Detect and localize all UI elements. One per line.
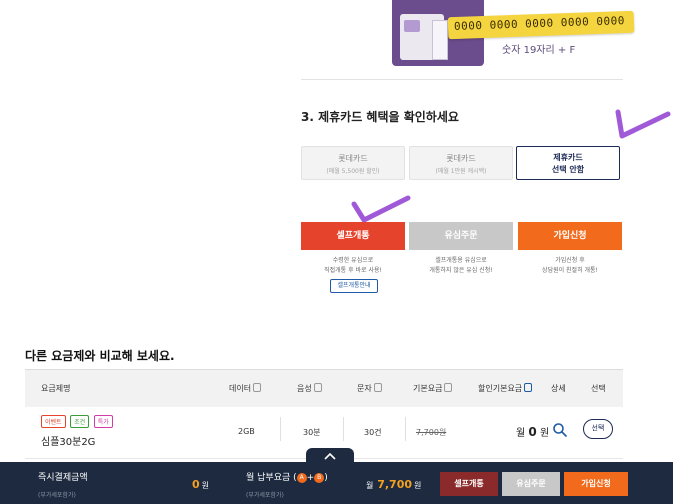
- card-option-lotte-cashback[interactable]: 롯데카드 (매월 1만원 캐시백): [409, 146, 513, 180]
- sort-icon: [253, 383, 262, 392]
- instant-pay-unit: 원: [201, 481, 210, 490]
- card-option-label: 롯데카드: [446, 154, 476, 163]
- join-button[interactable]: 가입신청: [518, 222, 622, 250]
- header-detail: 상세: [551, 384, 566, 393]
- card-option-lotte-discount[interactable]: 롯데카드 (매월 5,500원 할인): [301, 146, 405, 180]
- sim-digits-note: 숫자 19자리 + F: [502, 45, 576, 56]
- badge-a: A: [296, 472, 307, 483]
- discount-prefix: 월: [516, 428, 526, 439]
- header-label: 음성: [297, 384, 312, 393]
- header-data[interactable]: 데이터: [229, 383, 262, 394]
- header-voice[interactable]: 음성: [297, 383, 322, 394]
- discount-value: 0: [528, 425, 537, 439]
- table-header: 요금제명 데이터 음성 문자 기본요금 할인기본요금 상세 선택: [25, 369, 623, 407]
- bar-self-open-button[interactable]: 셀프개통: [440, 472, 498, 496]
- divider: [301, 79, 623, 80]
- header-discount-fee[interactable]: 할인기본요금: [478, 383, 533, 394]
- monthly-fee-prefix: 월: [366, 481, 374, 490]
- chevron-up-icon: [324, 452, 336, 460]
- column-divider: [343, 417, 344, 441]
- sort-icon: [373, 383, 382, 392]
- monthly-fee-label: 월 납부요금 (A + B): [246, 470, 328, 483]
- card-option-label: 롯데카드: [338, 154, 368, 163]
- self-open-desc: 수령한 유심으로 직접개통 후 바로 사용!: [301, 256, 405, 276]
- sort-icon: [313, 383, 322, 392]
- instant-pay-amount: 0원: [192, 478, 209, 491]
- header-label: 할인기본요금: [478, 384, 523, 393]
- plan-discount-fee: 월 0 원: [516, 424, 549, 439]
- tag-special: 특가: [93, 415, 113, 428]
- monthly-fee-sub: (부가세포함가): [246, 492, 284, 499]
- card-option-sub: 선택 안함: [551, 165, 585, 174]
- tag-condition: 조건: [70, 415, 90, 428]
- plan-base-fee: 7,700원: [416, 428, 447, 437]
- instant-pay-sub: (부가세포함가): [38, 492, 76, 499]
- sim-card-slot: [432, 20, 448, 60]
- column-divider: [280, 417, 281, 441]
- paid-order-desc: 셀프개통용 유심으로 개통하지 않은 유심 신청!: [409, 256, 513, 276]
- card-option-label: 제휴카드: [553, 153, 583, 162]
- monthly-fee-value: 7,700: [377, 478, 413, 491]
- plan-text: 30건: [364, 428, 382, 437]
- card-option-sub: (매월 5,500원 할인): [326, 168, 380, 175]
- paid-order-button[interactable]: 유심주문: [409, 222, 513, 250]
- header-text[interactable]: 문자: [357, 383, 382, 394]
- sim-number-text: 0000 0000 0000 0000 0000: [453, 14, 626, 34]
- badge-b: B: [314, 472, 325, 483]
- header-label: 기본요금: [413, 384, 443, 393]
- monthly-fee-amount: 월 7,700 원: [364, 478, 421, 491]
- header-label: 데이터: [229, 384, 252, 393]
- desc-line: 셀프개통용 유심으로: [435, 257, 487, 264]
- plan-voice: 30분: [303, 428, 321, 437]
- monthly-fee-text: 월 납부요금: [246, 473, 291, 483]
- plan-data: 2GB: [238, 427, 255, 436]
- self-open-guide-button[interactable]: 셀프개통안내: [330, 279, 378, 293]
- header-plan: 요금제명: [41, 384, 71, 393]
- select-plan-button[interactable]: 선택: [583, 419, 613, 439]
- join-desc: 가입신청 후 상담원이 친절히 개통!: [518, 256, 622, 276]
- plan-compare-table: 요금제명 데이터 음성 문자 기본요금 할인기본요금 상세 선택 이벤트 조건 …: [25, 369, 623, 459]
- compare-section-title: 다른 요금제와 비교해 보세요.: [25, 349, 175, 363]
- affiliate-section-title: 3. 제휴카드 혜택을 확인하세요: [301, 110, 459, 124]
- instant-pay-label: 즉시결제금액: [38, 473, 88, 483]
- plan-tags: 이벤트 조건 특가: [41, 415, 115, 428]
- card-option-sub: (매월 1만원 캐시백): [435, 168, 487, 175]
- monthly-badge-close: ): [324, 473, 328, 483]
- payment-summary-bar: 즉시결제금액 (부가세포함가) 0원 월 납부요금 (A + B) (부가세포함가)…: [0, 462, 673, 504]
- bar-paid-order-button[interactable]: 유심주문: [502, 472, 560, 496]
- desc-line: 수령한 유심으로: [332, 257, 374, 264]
- header-select: 선택: [591, 384, 606, 393]
- tag-event: 이벤트: [41, 415, 66, 428]
- check-mark-icon: [351, 195, 411, 223]
- desc-line: 직접개통 후 바로 사용!: [324, 267, 382, 274]
- desc-line: 가입신청 후: [555, 257, 585, 264]
- desc-line: 상담원이 친절히 개통!: [542, 267, 598, 274]
- discount-unit: 원: [539, 428, 550, 439]
- bar-join-button[interactable]: 가입신청: [564, 472, 628, 496]
- check-mark-icon: [615, 109, 671, 139]
- header-label: 문자: [357, 384, 372, 393]
- card-option-none[interactable]: 제휴카드 선택 안함: [516, 146, 620, 180]
- desc-line: 개통하지 않은 유심 신청!: [429, 267, 493, 274]
- self-open-button[interactable]: 셀프개통: [301, 222, 405, 250]
- sort-icon: [524, 383, 533, 392]
- instant-pay-value: 0: [192, 478, 200, 491]
- monthly-fee-unit: 원: [414, 481, 422, 490]
- sim-chip: [404, 20, 420, 32]
- sort-icon: [444, 383, 453, 392]
- search-icon[interactable]: [553, 423, 567, 437]
- column-divider: [405, 417, 406, 441]
- monthly-badge-plus: +: [306, 473, 315, 483]
- plan-name: 심플30분2G: [41, 437, 96, 448]
- header-base-fee[interactable]: 기본요금: [413, 383, 453, 394]
